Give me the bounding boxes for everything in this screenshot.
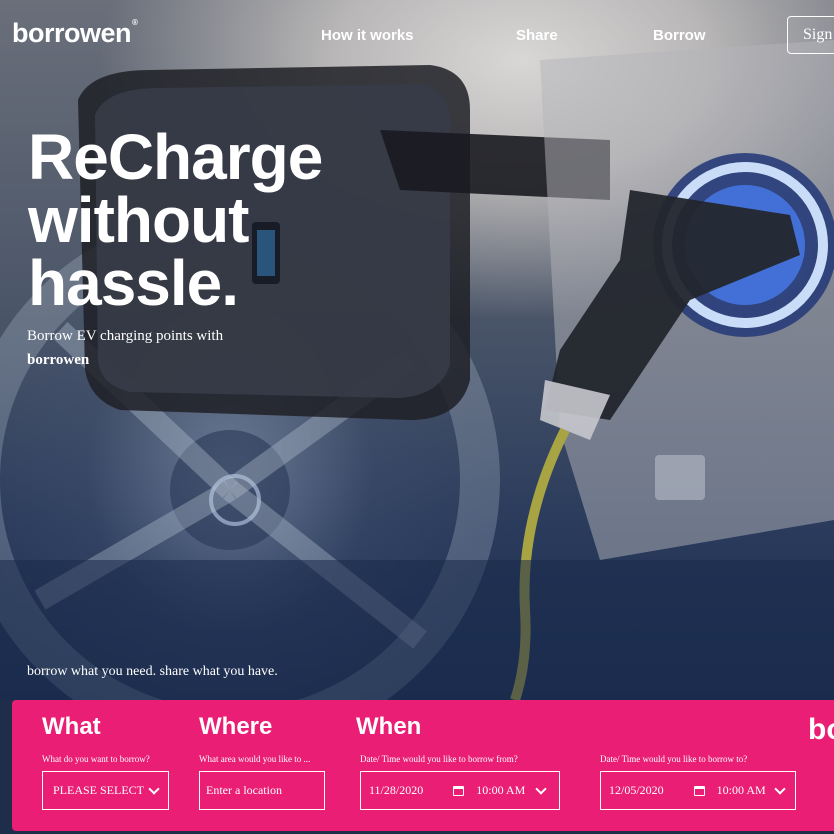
to-datetime-input[interactable]: 12/05/2020 10:00 AM	[600, 771, 796, 810]
brand-logo[interactable]: borrowen®	[12, 18, 138, 49]
to-time[interactable]: 10:00 AM	[717, 783, 766, 798]
to-question: Date/ Time would you like to borrow to?	[600, 754, 748, 764]
subtitle-text: Borrow EV charging points with	[27, 328, 224, 344]
headline-line-3: hassle.	[28, 247, 239, 319]
to-date[interactable]: 12/05/2020	[609, 783, 664, 798]
registered-mark: ®	[132, 18, 138, 27]
brand-logo-partial: bo	[808, 713, 834, 746]
headline-line-1: ReCharge	[28, 121, 323, 193]
from-question: Date/ Time would you like to borrow from…	[360, 754, 518, 764]
when-title: When	[356, 713, 422, 740]
hero-subtitle: Borrow EV charging points with borrowen	[27, 324, 223, 372]
location-placeholder: Enter a location	[206, 783, 282, 797]
headline-line-2: without	[28, 184, 249, 256]
location-input[interactable]: Enter a location	[199, 771, 325, 810]
logo-text: borrowen	[12, 18, 132, 48]
from-time[interactable]: 10:00 AM	[476, 783, 525, 798]
calendar-icon[interactable]	[693, 785, 705, 796]
sign-in-button[interactable]: Sign	[787, 16, 834, 54]
chevron-down-icon[interactable]	[774, 782, 786, 795]
hero-tagline: borrow what you need. share what you hav…	[27, 664, 278, 679]
what-select[interactable]: PLEASE SELECT	[42, 771, 169, 810]
what-title: What	[42, 713, 101, 740]
what-selected-value: PLEASE SELECT	[53, 783, 145, 797]
subtitle-brand: borrowen	[27, 352, 90, 368]
chevron-down-icon	[148, 782, 160, 795]
nav-how-it-works[interactable]: How it works	[321, 27, 414, 44]
calendar-icon[interactable]	[453, 785, 465, 796]
where-title: Where	[199, 713, 273, 740]
nav-share[interactable]: Share	[516, 27, 558, 44]
nav-borrow[interactable]: Borrow	[653, 27, 706, 44]
chevron-down-icon[interactable]	[535, 782, 547, 795]
from-date[interactable]: 11/28/2020	[369, 783, 423, 798]
where-question: What area would you like to ...	[199, 754, 311, 764]
hero-headline: ReCharge without hassle.	[28, 121, 323, 319]
booking-bar: What What do you want to borrow? PLEASE …	[12, 700, 834, 831]
what-question: What do you want to borrow?	[42, 754, 150, 764]
from-datetime-input[interactable]: 11/28/2020 10:00 AM	[360, 771, 560, 810]
